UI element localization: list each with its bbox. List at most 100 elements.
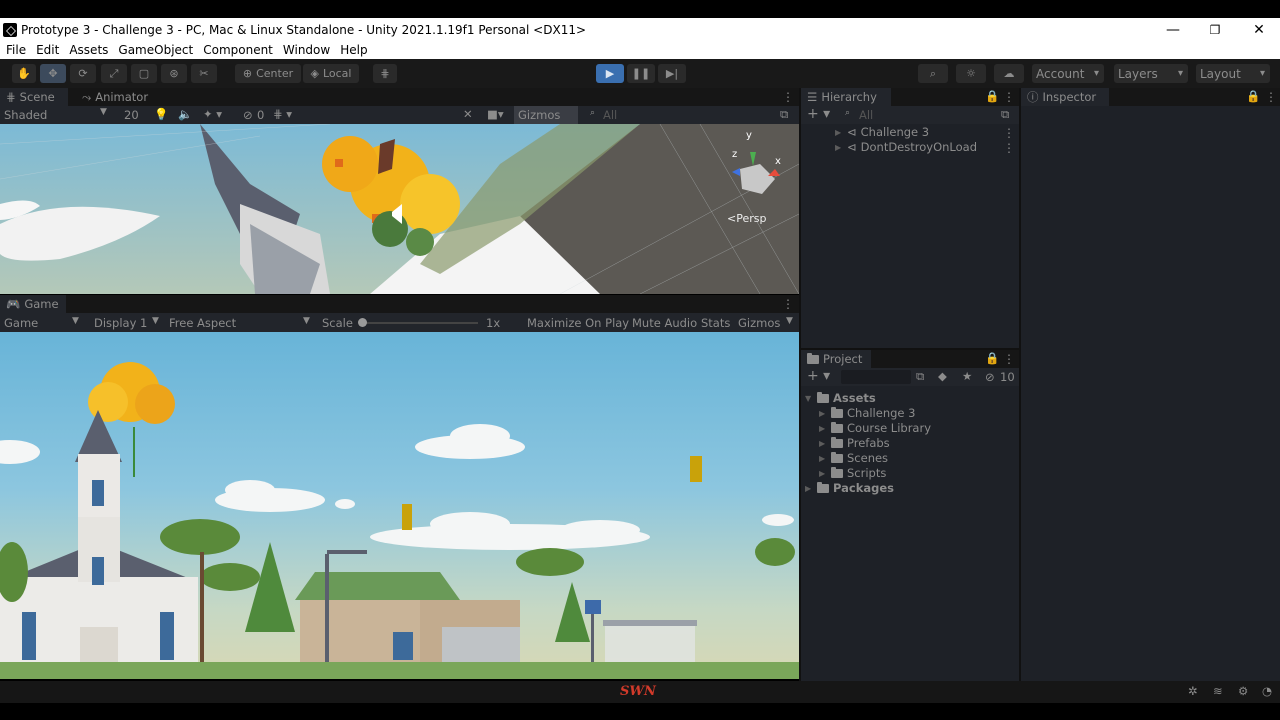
hierarchy-lock-icon[interactable]: 🔒 [985,89,999,103]
mute-audio-toggle[interactable]: Mute Audio [632,316,697,330]
game-menu-icon[interactable]: ⋮ [782,297,794,311]
expand-arrow-icon[interactable]: ▶ [805,484,813,493]
menu-assets[interactable]: Assets [69,43,108,57]
hierarchy-add-icon[interactable]: + ▾ [807,106,830,122]
account-dropdown[interactable]: Account [1032,64,1104,83]
scene-layout-icon[interactable]: ⧉ [780,107,788,122]
hierarchy-item-menu-icon[interactable]: ⋮ [1003,141,1015,155]
inspector-menu-icon[interactable]: ⋮ [1265,90,1277,104]
favorites-icon[interactable]: ★ [962,369,972,383]
mode-2d-toggle[interactable]: 20 [124,108,139,122]
menu-window[interactable]: Window [283,43,330,57]
hierarchy-menu-icon[interactable]: ⋮ [1003,90,1015,104]
collapse-arrow-icon[interactable]: ▼ [805,394,813,403]
cloud-icon[interactable]: ☁ [994,64,1024,83]
scale-slider-track[interactable] [360,322,478,324]
hidden-objects-icon[interactable]: ⊘ [243,108,253,122]
game-gizmos-dropdown[interactable]: Gizmos [738,316,780,330]
settings-icon[interactable]: ⚙ [1238,684,1248,698]
expand-arrow-icon[interactable]: ▶ [819,424,827,433]
tab-animator[interactable]: ⤳ Animator [76,88,154,106]
shading-dropdown[interactable]: Shaded [4,108,47,122]
stats-toggle[interactable]: Stats [701,316,730,330]
scene-viewport[interactable]: y x z <Persp [0,124,799,294]
tab-project[interactable]: Project [801,350,871,368]
maximize-on-play-toggle[interactable]: Maximize On Play [527,316,629,330]
layers-dropdown[interactable]: Layers [1114,64,1188,83]
play-button[interactable]: ▶ [596,64,624,83]
project-lock-icon[interactable]: 🔒 [985,351,999,365]
progress-icon[interactable]: ◔ [1262,684,1272,698]
rotate-tool-icon[interactable]: ⟳ [70,64,96,83]
hierarchy-item-dontdestroy[interactable]: ▶ ⊲ DontDestroyOnLoad [835,140,977,154]
camera-icon[interactable]: ■▾ [487,107,504,121]
menu-component[interactable]: Component [203,43,273,57]
audio-icon[interactable]: 🔈 [178,107,192,121]
search-by-type-icon[interactable]: ⧉ [916,369,924,384]
tab-inspector[interactable]: ⓘ Inspector [1021,88,1109,106]
search-icon[interactable]: ⌕ [918,64,948,83]
menu-gameobject[interactable]: GameObject [118,43,193,57]
collab-icon[interactable]: ☼ [956,64,986,83]
pause-button[interactable]: ❚❚ [627,64,655,83]
project-folder-challenge[interactable]: ▶ Challenge 3 [819,406,915,420]
grid-toggle-icon[interactable]: ⋕ ▾ [273,107,292,121]
expand-arrow-icon[interactable]: ▶ [819,454,827,463]
grid-snap-icon[interactable]: ⋕ [373,64,397,83]
game-viewport[interactable] [0,332,799,679]
project-assets-root[interactable]: ▼ Assets [805,391,876,405]
menu-edit[interactable]: Edit [36,43,59,57]
project-folder-prefabs[interactable]: ▶ Prefabs [819,436,890,450]
project-packages-root[interactable]: ▶ Packages [805,481,894,495]
search-by-label-icon[interactable]: ◆ [938,369,947,383]
hierarchy-item-challenge[interactable]: ▶ ⊲ Challenge 3 [835,125,929,139]
scene-menu-icon[interactable]: ⋮ [782,90,794,104]
hand-tool-icon[interactable]: ✋ [12,64,36,83]
project-folder-course-library[interactable]: ▶ Course Library [819,421,931,435]
persp-label[interactable]: <Persp [727,212,766,225]
layout-dropdown[interactable]: Layout [1196,64,1270,83]
scene-gizmos-dropdown[interactable]: Gizmos [514,106,579,124]
expand-arrow-icon[interactable]: ▶ [819,469,827,478]
scale-tool-icon[interactable]: ⤢ [101,64,127,83]
step-button[interactable]: ▶| [658,64,686,83]
hierarchy-item-menu-icon[interactable]: ⋮ [1003,126,1015,140]
tab-scene[interactable]: ⋕ Scene [0,88,68,106]
project-folder-scripts[interactable]: ▶ Scripts [819,466,886,480]
rect-tool-icon[interactable]: ▢ [131,64,157,83]
display-dropdown[interactable]: Display 1 [94,316,147,330]
scale-slider-handle[interactable] [358,318,367,327]
custom-tool-icon[interactable]: ✂ [191,64,217,83]
tab-hierarchy[interactable]: ☰ Hierarchy [801,88,891,106]
project-add-icon[interactable]: + ▾ [807,368,830,384]
expand-arrow-icon[interactable]: ▶ [819,409,827,418]
transform-tool-icon[interactable]: ⊛ [161,64,187,83]
hierarchy-layout-icon[interactable]: ⧉ [1001,107,1009,122]
expand-arrow-icon[interactable]: ▶ [835,128,843,137]
game-mode-dropdown[interactable]: Game [4,316,38,330]
project-search-input[interactable] [841,370,911,384]
bug-report-icon[interactable]: ✲ [1188,684,1198,698]
project-menu-icon[interactable]: ⋮ [1003,352,1015,366]
aspect-dropdown[interactable]: Free Aspect [169,316,236,330]
project-folder-scenes[interactable]: ▶ Scenes [819,451,888,465]
lighting-icon[interactable]: 💡 [154,107,168,121]
scene-search-input[interactable]: All [603,108,617,122]
pivot-local-button[interactable]: ◈ Local [303,64,359,83]
move-tool-icon[interactable]: ✥ [40,64,66,83]
tab-game[interactable]: 🎮 Game [0,295,66,313]
hidden-packages-icon[interactable]: ⊘ [985,370,995,384]
expand-arrow-icon[interactable]: ▶ [819,439,827,448]
close-button[interactable]: ✕ [1236,18,1280,41]
menu-file[interactable]: File [6,43,26,57]
hierarchy-search-input[interactable]: All [859,108,873,122]
inspector-lock-icon[interactable]: 🔒 [1246,89,1260,103]
minimize-button[interactable]: — [1150,18,1196,41]
expand-arrow-icon[interactable]: ▶ [835,143,843,152]
tools-icon[interactable]: ✕ [463,107,473,121]
pivot-center-button[interactable]: ⊕ Center [235,64,301,83]
maximize-button[interactable]: ❐ [1192,18,1238,41]
effects-icon[interactable]: ✦ ▾ [203,107,222,121]
layers-stack-icon[interactable]: ≋ [1213,684,1223,698]
menu-help[interactable]: Help [340,43,367,57]
